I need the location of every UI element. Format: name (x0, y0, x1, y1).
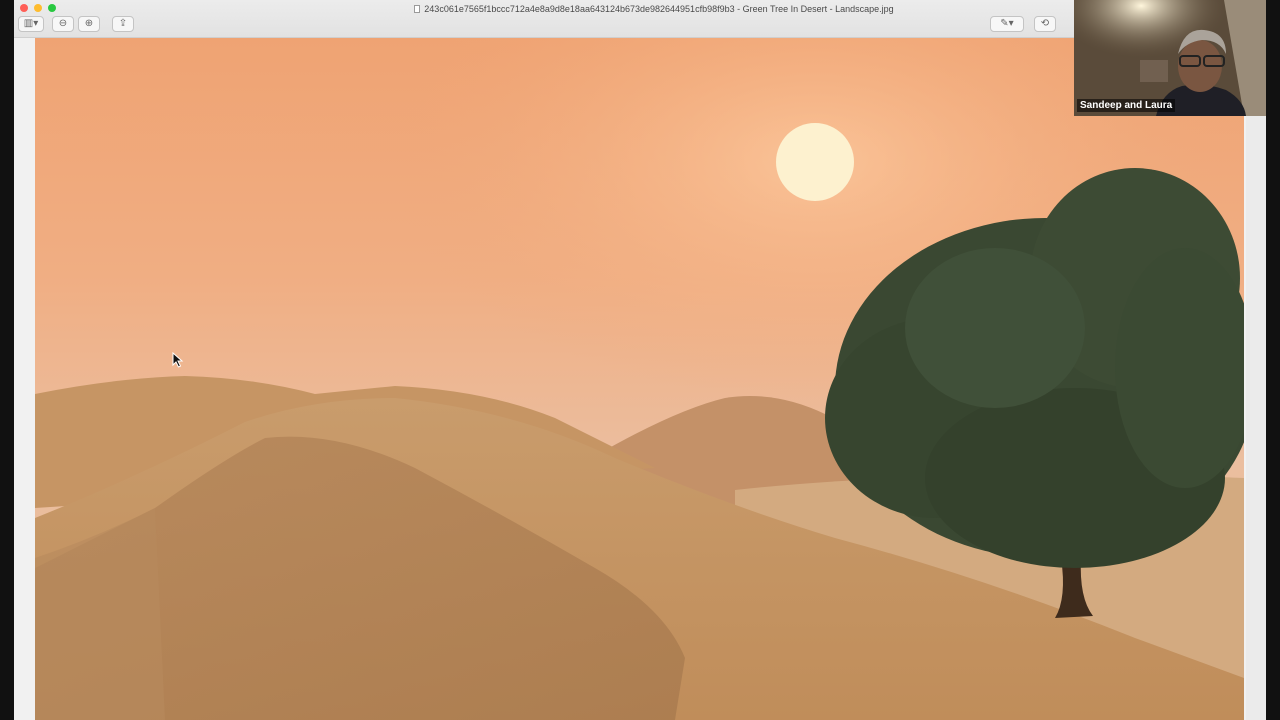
markup-button[interactable]: ✎▾ (990, 16, 1024, 32)
video-call-thumbnail[interactable]: Sandeep and Laura (1074, 0, 1266, 116)
rotate-button[interactable]: ⟲ (1034, 16, 1056, 32)
desert-landscape-photo (35, 38, 1244, 720)
zoom-out-icon: ⊖ (58, 18, 68, 29)
zoom-in-button[interactable]: ⊕ (78, 16, 100, 32)
vertical-scrollbar[interactable] (1246, 38, 1266, 720)
share-button[interactable]: ⇪ (112, 16, 134, 32)
participant-name: Sandeep and Laura (1077, 99, 1176, 112)
share-icon: ⇪ (118, 18, 128, 29)
mouse-pointer-icon (172, 352, 184, 368)
sidebar-toggle-button[interactable]: ▥▾ (18, 16, 44, 32)
window-title-area: 243c061e7565f1bccc712a4e8a9d8e18aa643124… (374, 3, 934, 15)
image-viewer[interactable] (14, 38, 1266, 720)
pen-icon: ✎▾ (1000, 18, 1014, 29)
sun (776, 123, 854, 201)
maximize-window-button[interactable] (48, 4, 56, 12)
document-icon (414, 5, 421, 13)
close-window-button[interactable] (20, 4, 28, 12)
rotate-icon: ⟲ (1040, 18, 1050, 29)
sidebar-icon: ▥▾ (23, 18, 39, 29)
zoom-in-icon: ⊕ (84, 18, 94, 29)
minimize-window-button[interactable] (34, 4, 42, 12)
window-title: 243c061e7565f1bccc712a4e8a9d8e18aa643124… (424, 4, 894, 14)
zoom-out-button[interactable]: ⊖ (52, 16, 74, 32)
